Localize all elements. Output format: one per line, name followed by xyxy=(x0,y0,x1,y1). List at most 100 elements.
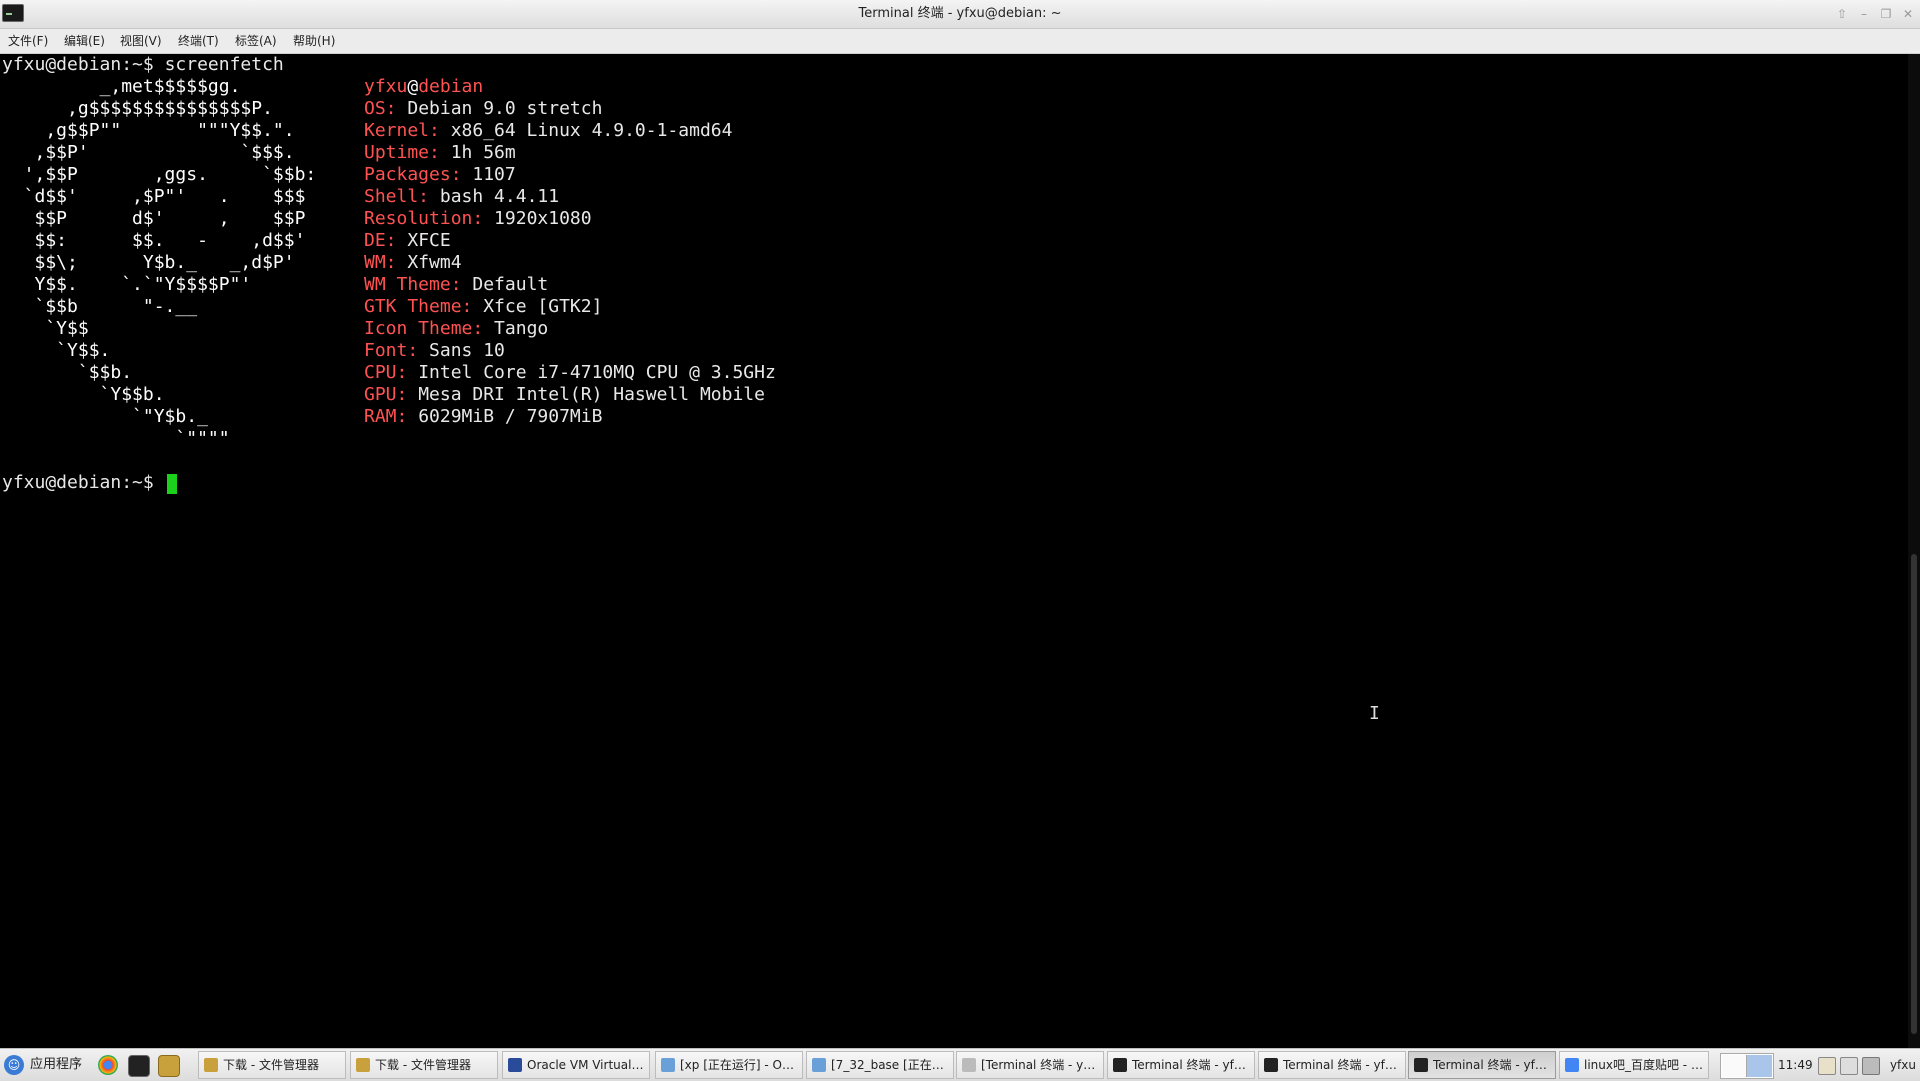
maximize-icon[interactable]: ❐ xyxy=(1878,6,1894,22)
info-line: Resolution: 1920x1080 xyxy=(364,208,592,230)
host-name: debian xyxy=(418,76,484,97)
window-icon xyxy=(356,1058,370,1072)
user-host: yfxu@debian xyxy=(364,76,483,98)
taskbar-window-button[interactable]: [7_32_base [正在运… xyxy=(806,1051,954,1079)
window-icon xyxy=(1414,1058,1428,1072)
text-cursor xyxy=(167,474,177,494)
info-line: OS: Debian 9.0 stretch xyxy=(364,98,602,120)
taskbar-window-button[interactable]: Terminal 终端 - yfx… xyxy=(1107,1051,1255,1079)
clipboard-icon[interactable] xyxy=(1818,1057,1836,1075)
taskbar-window-label: linux吧_百度贴吧 - … xyxy=(1584,1058,1703,1072)
user-name: yfxu xyxy=(364,76,408,97)
taskbar: ☺ 应用程序 下载 - 文件管理器 下载 - 文件管理器 Oracle VM Vir… xyxy=(0,1048,1920,1081)
prompt: yfxu@debian:~$ xyxy=(2,54,154,75)
taskbar-window-label: 下载 - 文件管理器 xyxy=(375,1058,471,1072)
info-value: x86_64 Linux 4.9.0-1-amd64 xyxy=(439,120,733,141)
logo-line: `Y$$ xyxy=(2,318,89,339)
menu-terminal[interactable]: 终端(T) xyxy=(178,29,219,53)
logo-line: `Y$$b. xyxy=(2,384,165,405)
taskbar-window-button[interactable]: [xp [正在运行] - Or… xyxy=(655,1051,803,1079)
applications-menu-button[interactable]: ☺ 应用程序 xyxy=(2,1051,88,1079)
info-line: GTK Theme: Xfce [GTK2] xyxy=(364,296,602,318)
menu-tabs[interactable]: 标签(A) xyxy=(235,29,277,53)
title-bar[interactable]: Terminal 终端 - yfxu@debian: ~ ⇧ – ❐ ✕ xyxy=(0,0,1920,29)
keep-above-icon[interactable]: ⇧ xyxy=(1834,6,1850,22)
file-manager-launcher-icon[interactable] xyxy=(158,1055,180,1077)
info-line: Icon Theme: Tango xyxy=(364,318,548,340)
info-line: RAM: 6029MiB / 7907MiB xyxy=(364,406,602,428)
info-value: 1h 56m xyxy=(439,142,516,163)
taskbar-window-button[interactable]: 下载 - 文件管理器 xyxy=(198,1051,346,1079)
logo-line: `"""" xyxy=(2,428,230,449)
logo-line: _,met$$$$$gg. xyxy=(2,76,241,97)
close-icon[interactable]: ✕ xyxy=(1900,6,1916,22)
taskbar-window-label: Terminal 终端 - yfx… xyxy=(1283,1058,1401,1072)
logo-line: `Y$$. xyxy=(2,340,111,361)
info-key: OS: xyxy=(364,98,397,119)
taskbar-window-button[interactable]: Oracle VM VirtualB… xyxy=(502,1051,650,1079)
window-icon xyxy=(508,1058,522,1072)
window-title: Terminal 终端 - yfxu@debian: ~ xyxy=(858,6,1062,21)
logo-line: ',$$P ,ggs. `$$b: xyxy=(2,164,317,185)
taskbar-window-button[interactable]: 下载 - 文件管理器 xyxy=(350,1051,498,1079)
info-key: CPU: xyxy=(364,362,408,383)
info-value: XFCE xyxy=(396,230,451,251)
info-line: GPU: Mesa DRI Intel(R) Haswell Mobile xyxy=(364,384,765,406)
info-value: bash 4.4.11 xyxy=(429,186,560,207)
info-line: Kernel: x86_64 Linux 4.9.0-1-amd64 xyxy=(364,120,732,142)
menu-file[interactable]: 文件(F) xyxy=(8,29,48,53)
applications-menu-label: 应用程序 xyxy=(30,1057,83,1072)
info-value: Intel Core i7-4710MQ CPU @ 3.5GHz xyxy=(407,362,776,383)
info-line: WM: Xfwm4 xyxy=(364,252,462,274)
menu-edit[interactable]: 编辑(E) xyxy=(64,29,105,53)
scrollbar-thumb[interactable] xyxy=(1911,554,1917,1034)
logo-line: $$P d$' , $$P xyxy=(2,208,306,229)
window-icon xyxy=(1565,1058,1579,1072)
info-value: Default xyxy=(461,274,549,295)
menu-view[interactable]: 视图(V) xyxy=(120,29,162,53)
taskbar-window-button[interactable]: Terminal 终端 - yfx… xyxy=(1408,1051,1556,1079)
logo-line: `$$b. xyxy=(2,362,133,383)
minimize-icon[interactable]: – xyxy=(1856,6,1872,22)
info-key: Font: xyxy=(364,340,419,361)
chrome-launcher-icon[interactable] xyxy=(98,1055,118,1075)
network-icon[interactable] xyxy=(1862,1057,1880,1075)
taskbar-window-button[interactable]: Terminal 终端 - yfx… xyxy=(1258,1051,1406,1079)
clock[interactable]: 11:49 xyxy=(1778,1049,1813,1081)
info-value: Debian 9.0 stretch xyxy=(396,98,603,119)
logo-line: ,g$$P"" """Y$$.". xyxy=(2,120,295,141)
info-value: Sans 10 xyxy=(418,340,505,361)
taskbar-window-label: [Terminal 终端 - yf… xyxy=(981,1058,1099,1072)
menu-help[interactable]: 帮助(H) xyxy=(293,29,335,53)
info-line: CPU: Intel Core i7-4710MQ CPU @ 3.5GHz xyxy=(364,362,776,384)
taskbar-window-button[interactable]: linux吧_百度贴吧 - … xyxy=(1559,1051,1709,1079)
info-line: DE: XFCE xyxy=(364,230,451,252)
taskbar-window-label: Oracle VM VirtualB… xyxy=(527,1058,645,1072)
xfce-logo-icon: ☺ xyxy=(4,1055,24,1075)
logo-line: `$$b "-.__ xyxy=(2,296,198,317)
info-value: 1107 xyxy=(461,164,516,185)
logo-line: `d$$' ,$P"' . $$$ xyxy=(2,186,306,207)
terminal-launcher-icon[interactable] xyxy=(128,1055,150,1077)
info-value: Xfwm4 xyxy=(396,252,462,273)
window-icon xyxy=(812,1058,826,1072)
prompt-line: yfxu@debian:~$ xyxy=(2,472,154,494)
system-tray: 11:49 yfxu xyxy=(1720,1049,1920,1081)
workspace-switcher[interactable] xyxy=(1720,1053,1774,1079)
info-line: Shell: bash 4.4.11 xyxy=(364,186,559,208)
info-key: Uptime: xyxy=(364,142,440,163)
info-key: WM Theme: xyxy=(364,274,462,295)
info-value: 6029MiB / 7907MiB xyxy=(407,406,603,427)
menu-bar: 文件(F) 编辑(E) 视图(V) 终端(T) 标签(A) 帮助(H) xyxy=(0,29,1920,54)
info-value: Tango xyxy=(483,318,549,339)
info-key: Packages: xyxy=(364,164,462,185)
info-value: 1920x1080 xyxy=(483,208,592,229)
window-icon xyxy=(661,1058,675,1072)
taskbar-window-button[interactable]: [Terminal 终端 - yf… xyxy=(956,1051,1104,1079)
info-key: Icon Theme: xyxy=(364,318,484,339)
info-key: Shell: xyxy=(364,186,430,207)
keyboard-icon[interactable] xyxy=(1840,1057,1858,1075)
user-name-tray[interactable]: yfxu xyxy=(1890,1049,1916,1081)
at-sign: @ xyxy=(407,76,419,97)
scrollbar[interactable] xyxy=(1908,54,1920,1048)
